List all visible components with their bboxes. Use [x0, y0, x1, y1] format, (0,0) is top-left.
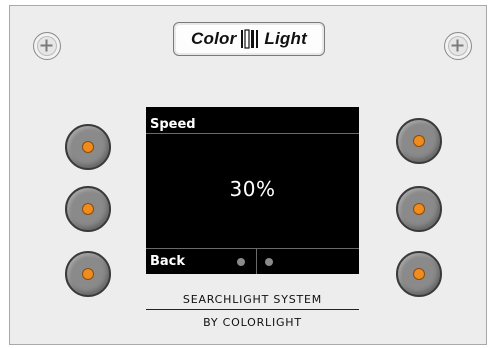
indicator-dot-icon — [265, 258, 273, 266]
caption-divider — [146, 309, 359, 310]
led-indicator — [413, 203, 425, 215]
right-button-3[interactable] — [396, 251, 442, 297]
screen-title: Speed — [146, 107, 359, 134]
colorlight-logo-mark-icon — [238, 29, 262, 49]
led-indicator — [82, 268, 94, 280]
led-indicator — [82, 203, 94, 215]
caption-line1: SEARCHLIGHT SYSTEM — [182, 293, 323, 306]
screw-icon-right — [444, 32, 472, 60]
screw-icon-left — [33, 32, 61, 60]
control-panel: Color Light Speed 30% Back SEARCHLIGHT S… — [9, 5, 487, 345]
left-button-1[interactable] — [65, 124, 111, 170]
led-indicator — [413, 268, 425, 280]
caption-line2: BY COLORLIGHT — [203, 316, 302, 329]
footer-divider — [256, 249, 257, 274]
display-screen: Speed 30% Back — [146, 107, 359, 274]
speed-value: 30% — [229, 177, 276, 201]
left-button-3[interactable] — [65, 251, 111, 297]
indicator-dot-icon — [237, 258, 245, 266]
right-button-2[interactable] — [396, 186, 442, 232]
led-indicator — [413, 135, 425, 147]
logo-text-right: Light — [264, 29, 307, 48]
left-button-2[interactable] — [65, 186, 111, 232]
led-indicator — [82, 141, 94, 153]
screen-footer: Back — [146, 248, 359, 274]
logo-text-left: Color — [191, 29, 237, 48]
back-label: Back — [150, 254, 186, 269]
colorlight-logo: Color Light — [173, 22, 325, 56]
right-button-1[interactable] — [396, 118, 442, 164]
